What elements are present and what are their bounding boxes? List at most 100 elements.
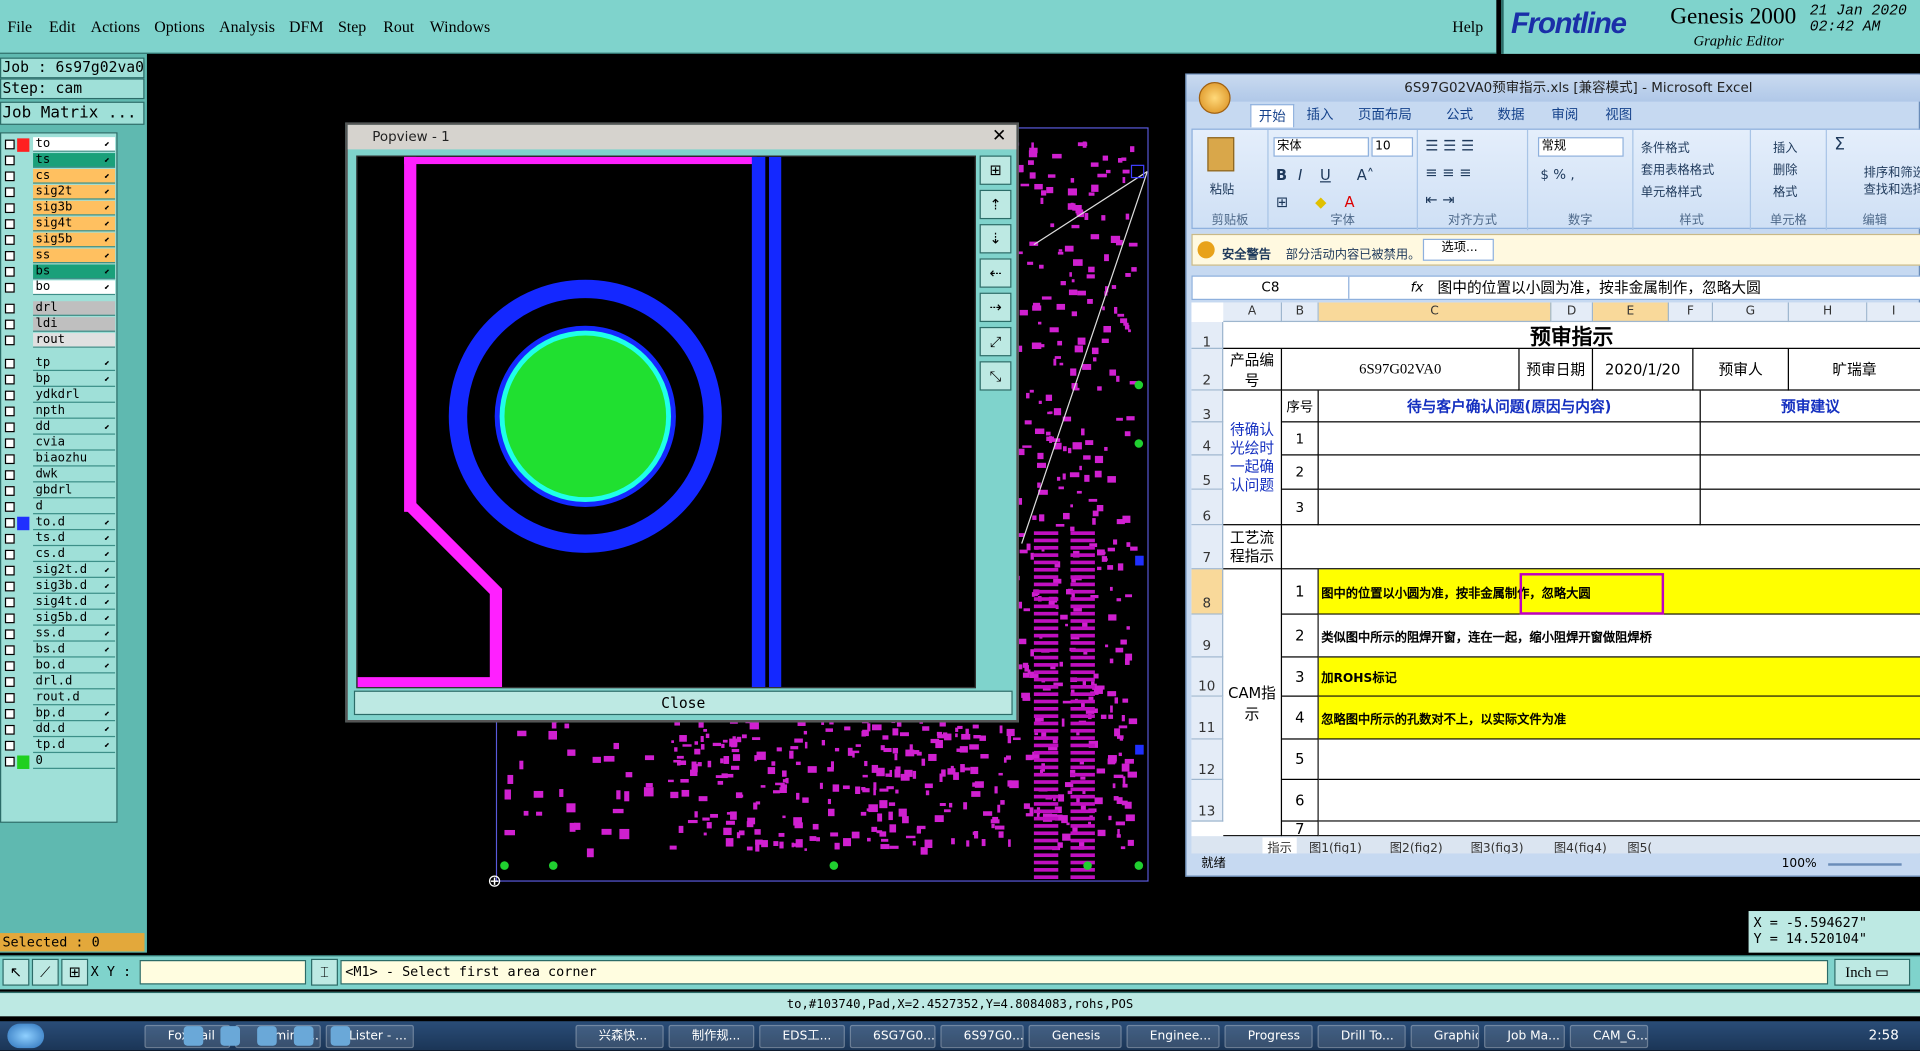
popview-close-icon[interactable]: ✕ (989, 126, 1009, 146)
layer-checkbox[interactable] (4, 581, 15, 592)
seq-number[interactable]: 1 (1282, 422, 1319, 456)
sort-filter-button[interactable]: 排序和筛选 (1864, 167, 1920, 182)
italic-icon[interactable]: I (1298, 167, 1302, 184)
taskbar-item[interactable]: Enginee... (1126, 1024, 1220, 1049)
layer-name[interactable]: sig3b.d ⬋ (33, 579, 116, 594)
layer-checkbox[interactable] (4, 724, 15, 735)
row-header[interactable]: 3 (1191, 390, 1224, 423)
layer-checkbox[interactable] (4, 517, 15, 528)
bold-icon[interactable]: B (1276, 167, 1287, 184)
paste-icon[interactable] (1207, 137, 1235, 172)
process-cell[interactable] (1282, 525, 1920, 570)
layer-row[interactable]: ss.d ⬋ (1, 627, 119, 643)
xy-input[interactable] (139, 960, 307, 985)
zoom-fit-icon[interactable]: ⊞ (979, 155, 1012, 185)
layer-checkbox[interactable] (4, 139, 15, 150)
font-color-icon[interactable]: A (1344, 193, 1354, 210)
layer-checkbox[interactable] (4, 335, 15, 346)
pan-down-icon[interactable]: ⇣ (979, 224, 1012, 254)
row-header[interactable]: 13 (1191, 780, 1224, 822)
layer-row[interactable]: sig5b.d ⬋ (1, 611, 119, 627)
layer-row[interactable]: rout.d (1, 691, 119, 707)
security-options-button[interactable]: 选项... (1422, 238, 1494, 261)
taskbar-item[interactable]: Genesis (1028, 1024, 1122, 1049)
layer-name[interactable]: sig4t.d ⬋ (33, 595, 116, 610)
advice-cell[interactable] (1700, 490, 1920, 526)
item-number[interactable]: 5 (1282, 739, 1319, 781)
layer-checkbox[interactable] (4, 533, 15, 544)
layer-checkbox[interactable] (4, 187, 15, 198)
cam-instruction[interactable] (1318, 780, 1920, 822)
percent-icon[interactable]: $ % , (1540, 167, 1574, 183)
confirm-header[interactable]: 待与客户确认问题(原因与内容) (1318, 390, 1701, 423)
pan-left-icon[interactable]: ⇠ (979, 258, 1012, 288)
item-number[interactable]: 4 (1282, 696, 1319, 740)
layer-row[interactable]: ldi (1, 317, 119, 333)
layer-name[interactable]: ldi (33, 317, 116, 332)
layer-name[interactable]: dwk (33, 468, 116, 483)
layer-row[interactable]: gbdrl (1, 484, 119, 500)
layer-row[interactable]: drl (1, 301, 119, 317)
layer-checkbox[interactable] (4, 486, 15, 496)
reviewer-name[interactable]: 旷瑞章 (1788, 349, 1920, 391)
menu-help[interactable]: Help (1452, 17, 1483, 37)
layer-checkbox[interactable] (4, 693, 15, 703)
layer-name[interactable]: ss.d ⬋ (33, 627, 116, 642)
layer-checkbox[interactable] (4, 282, 15, 293)
layer-checkbox[interactable] (4, 219, 15, 229)
units-selector[interactable]: Inch ▭ (1834, 958, 1911, 986)
grid-tool-icon[interactable]: ⊞ (61, 958, 89, 986)
layer-checkbox[interactable] (4, 549, 15, 560)
layer-name[interactable]: sig3b ⬋ (33, 200, 116, 216)
paste-button[interactable]: 粘贴 (1210, 179, 1234, 197)
layer-row[interactable]: cs.d ⬋ (1, 547, 119, 563)
layer-checkbox[interactable] (4, 390, 15, 401)
fill-color-icon[interactable]: ◆ (1315, 193, 1326, 210)
taskbar-app-icon[interactable] (183, 1026, 204, 1046)
item-number[interactable]: 7 (1282, 821, 1319, 837)
layer-name[interactable]: biaozhu (33, 452, 116, 467)
layer-name[interactable]: drl.d (33, 675, 116, 690)
column-header[interactable]: E (1593, 302, 1669, 323)
taskbar-item[interactable]: 制作规... (668, 1024, 755, 1049)
find-select-button[interactable]: 查找和选择 (1864, 184, 1920, 199)
seq-number[interactable]: 3 (1282, 489, 1319, 526)
layer-name[interactable]: sig4t ⬋ (33, 216, 116, 232)
ribbon-tab[interactable]: 审阅 (1551, 104, 1578, 124)
row-header[interactable]: 5 (1191, 455, 1224, 490)
menu-options[interactable]: Options (154, 17, 204, 37)
layer-row[interactable]: rout (1, 333, 119, 349)
font-name-select[interactable]: 宋体 (1273, 137, 1369, 157)
layer-checkbox[interactable] (4, 454, 15, 465)
row-header[interactable]: 9 (1191, 614, 1224, 658)
ribbon-tab[interactable]: 开始 (1250, 104, 1295, 128)
layer-row[interactable]: dd ⬋ (1, 420, 119, 436)
layer-checkbox[interactable] (4, 677, 15, 687)
layer-checkbox[interactable] (4, 756, 15, 767)
layer-row[interactable]: sig2t ⬋ (1, 184, 119, 201)
layer-checkbox[interactable] (4, 422, 15, 433)
item-number[interactable]: 1 (1282, 569, 1319, 615)
process-label[interactable]: 工艺流程指示 (1223, 525, 1283, 570)
layer-checkbox[interactable] (4, 358, 15, 369)
advice-cell[interactable] (1700, 456, 1920, 490)
select-tool-icon[interactable]: ↖ (2, 958, 30, 986)
taskbar-item[interactable]: Drill To... (1317, 1024, 1406, 1049)
popview-close-button[interactable]: Close (353, 690, 1013, 716)
layer-row[interactable]: bo.d ⬋ (1, 659, 119, 675)
item-number[interactable]: 2 (1282, 614, 1319, 658)
layer-checkbox[interactable] (4, 708, 15, 719)
ribbon-tab[interactable]: 公式 (1446, 104, 1473, 124)
row-header[interactable]: 4 (1191, 422, 1224, 456)
layer-row[interactable]: dd.d ⬋ (1, 722, 119, 738)
row-header[interactable]: 12 (1191, 739, 1224, 781)
cam-instruction[interactable] (1318, 821, 1920, 837)
taskbar-item[interactable]: Job Ma... (1484, 1024, 1565, 1049)
zoom-slider[interactable] (1828, 863, 1902, 866)
layer-row[interactable]: sig3b.d ⬋ (1, 579, 119, 595)
advice-header[interactable]: 预审建议 (1700, 391, 1920, 423)
grow-font-icon[interactable]: A˄ (1357, 167, 1374, 184)
popview-canvas[interactable] (356, 155, 976, 689)
layer-name[interactable]: bs ⬋ (33, 264, 116, 280)
layer-checkbox[interactable] (4, 406, 15, 417)
